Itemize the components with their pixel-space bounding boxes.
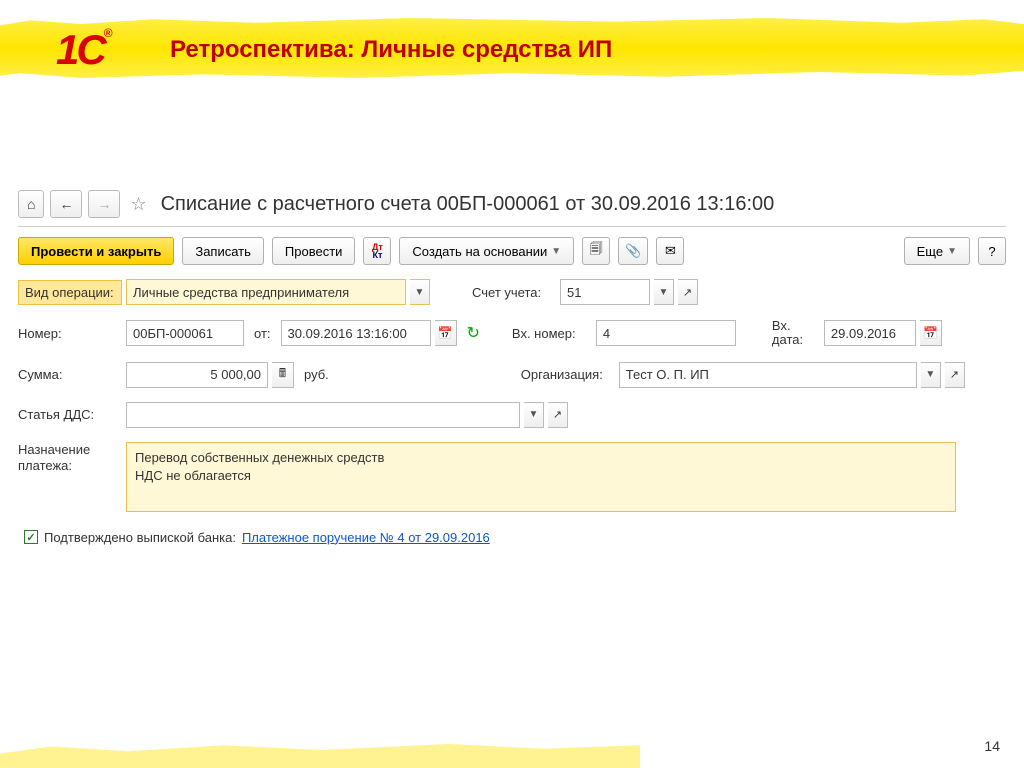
account-dropdown[interactable]: ▼ xyxy=(654,279,674,305)
back-button[interactable]: ← xyxy=(50,190,82,218)
refresh-icon[interactable]: ↻ xyxy=(461,323,482,343)
from-label: от: xyxy=(248,326,277,341)
dds-dropdown[interactable]: ▼ xyxy=(524,402,544,428)
operation-type-label: Вид операции: xyxy=(18,280,122,305)
more-label: Еще xyxy=(917,244,943,259)
operation-type-dropdown[interactable]: ▼ xyxy=(410,279,430,305)
payment-order-link[interactable]: Платежное поручение № 4 от 29.09.2016 xyxy=(242,530,490,545)
document-title: Списание с расчетного счета 00БП-000061 … xyxy=(161,193,775,216)
slide-header: 1С Ретроспектива: Личные средства ИП xyxy=(0,0,1024,90)
post-and-close-button[interactable]: Провести и закрыть xyxy=(18,237,174,265)
sum-field[interactable]: 5 000,00 xyxy=(126,362,268,388)
post-button[interactable]: Провести xyxy=(272,237,356,265)
currency-label: руб. xyxy=(298,367,335,382)
dds-field[interactable] xyxy=(126,402,520,428)
incoming-date-calendar-button[interactable]: 📅 xyxy=(920,320,942,346)
account-open-button[interactable]: ↗ xyxy=(678,279,698,305)
organization-open-button[interactable]: ↗ xyxy=(945,362,965,388)
dt-kt-button[interactable]: ДтКт xyxy=(363,237,391,265)
bank-confirmed-checkbox[interactable]: ✓ xyxy=(24,530,38,544)
operation-type-field[interactable]: Личные средства предпринимателя xyxy=(126,279,406,305)
help-button[interactable]: ? xyxy=(978,237,1006,265)
calculator-button[interactable]: 🖩 xyxy=(272,362,294,388)
sum-label: Сумма: xyxy=(18,367,122,382)
mail-icon-button[interactable]: ✉ xyxy=(656,237,684,265)
save-button[interactable]: Записать xyxy=(182,237,264,265)
purpose-textarea[interactable]: Перевод собственных денежных средств НДС… xyxy=(126,442,956,512)
organization-label: Организация: xyxy=(515,367,615,382)
number-field[interactable]: 00БП-000061 xyxy=(126,320,244,346)
organization-field[interactable]: Тест О. П. ИП xyxy=(619,362,917,388)
dt-kt-icon: ДтКт xyxy=(372,243,383,259)
logo-1c: 1С xyxy=(56,26,110,74)
date-field[interactable]: 30.09.2016 13:16:00 xyxy=(281,320,431,346)
bank-confirmation-row: ✓ Подтверждено выпиской банка: Платежное… xyxy=(24,530,1006,545)
account-field[interactable]: 51 xyxy=(560,279,650,305)
organization-dropdown[interactable]: ▼ xyxy=(921,362,941,388)
home-button[interactable]: ⌂ xyxy=(18,190,44,218)
date-calendar-button[interactable]: 📅 xyxy=(435,320,457,346)
dds-open-button[interactable]: ↗ xyxy=(548,402,568,428)
nav-bar: ⌂ ← → ☆ Списание с расчетного счета 00БП… xyxy=(18,190,1006,227)
slide-title: Ретроспектива: Личные средства ИП xyxy=(170,36,612,64)
print-icon-button[interactable]: 🗐 xyxy=(582,237,610,265)
attach-icon-button[interactable]: 📎 xyxy=(618,237,648,265)
more-button[interactable]: Еще▼ xyxy=(904,237,970,265)
incoming-date-label: Вх. дата: xyxy=(766,319,820,348)
footer-brushstroke xyxy=(0,744,640,768)
account-label: Счет учета: xyxy=(466,285,556,300)
favorite-star-icon[interactable]: ☆ xyxy=(126,194,150,215)
toolbar: Провести и закрыть Записать Провести ДтК… xyxy=(18,237,1006,265)
number-label: Номер: xyxy=(18,326,122,341)
page-number: 14 xyxy=(984,738,1000,754)
purpose-label: Назначение платежа: xyxy=(18,442,122,476)
form-container: ⌂ ← → ☆ Списание с расчетного счета 00БП… xyxy=(0,90,1024,545)
bank-confirmed-label: Подтверждено выпиской банка: xyxy=(44,530,236,545)
dds-label: Статья ДДС: xyxy=(18,407,122,422)
forward-button[interactable]: → xyxy=(88,190,120,218)
incoming-number-label: Вх. номер: xyxy=(506,326,592,341)
incoming-number-field[interactable]: 4 xyxy=(596,320,736,346)
incoming-date-field[interactable]: 29.09.2016 xyxy=(824,320,916,346)
create-based-on-button[interactable]: Создать на основании▼ xyxy=(399,237,574,265)
create-based-label: Создать на основании xyxy=(412,244,547,259)
